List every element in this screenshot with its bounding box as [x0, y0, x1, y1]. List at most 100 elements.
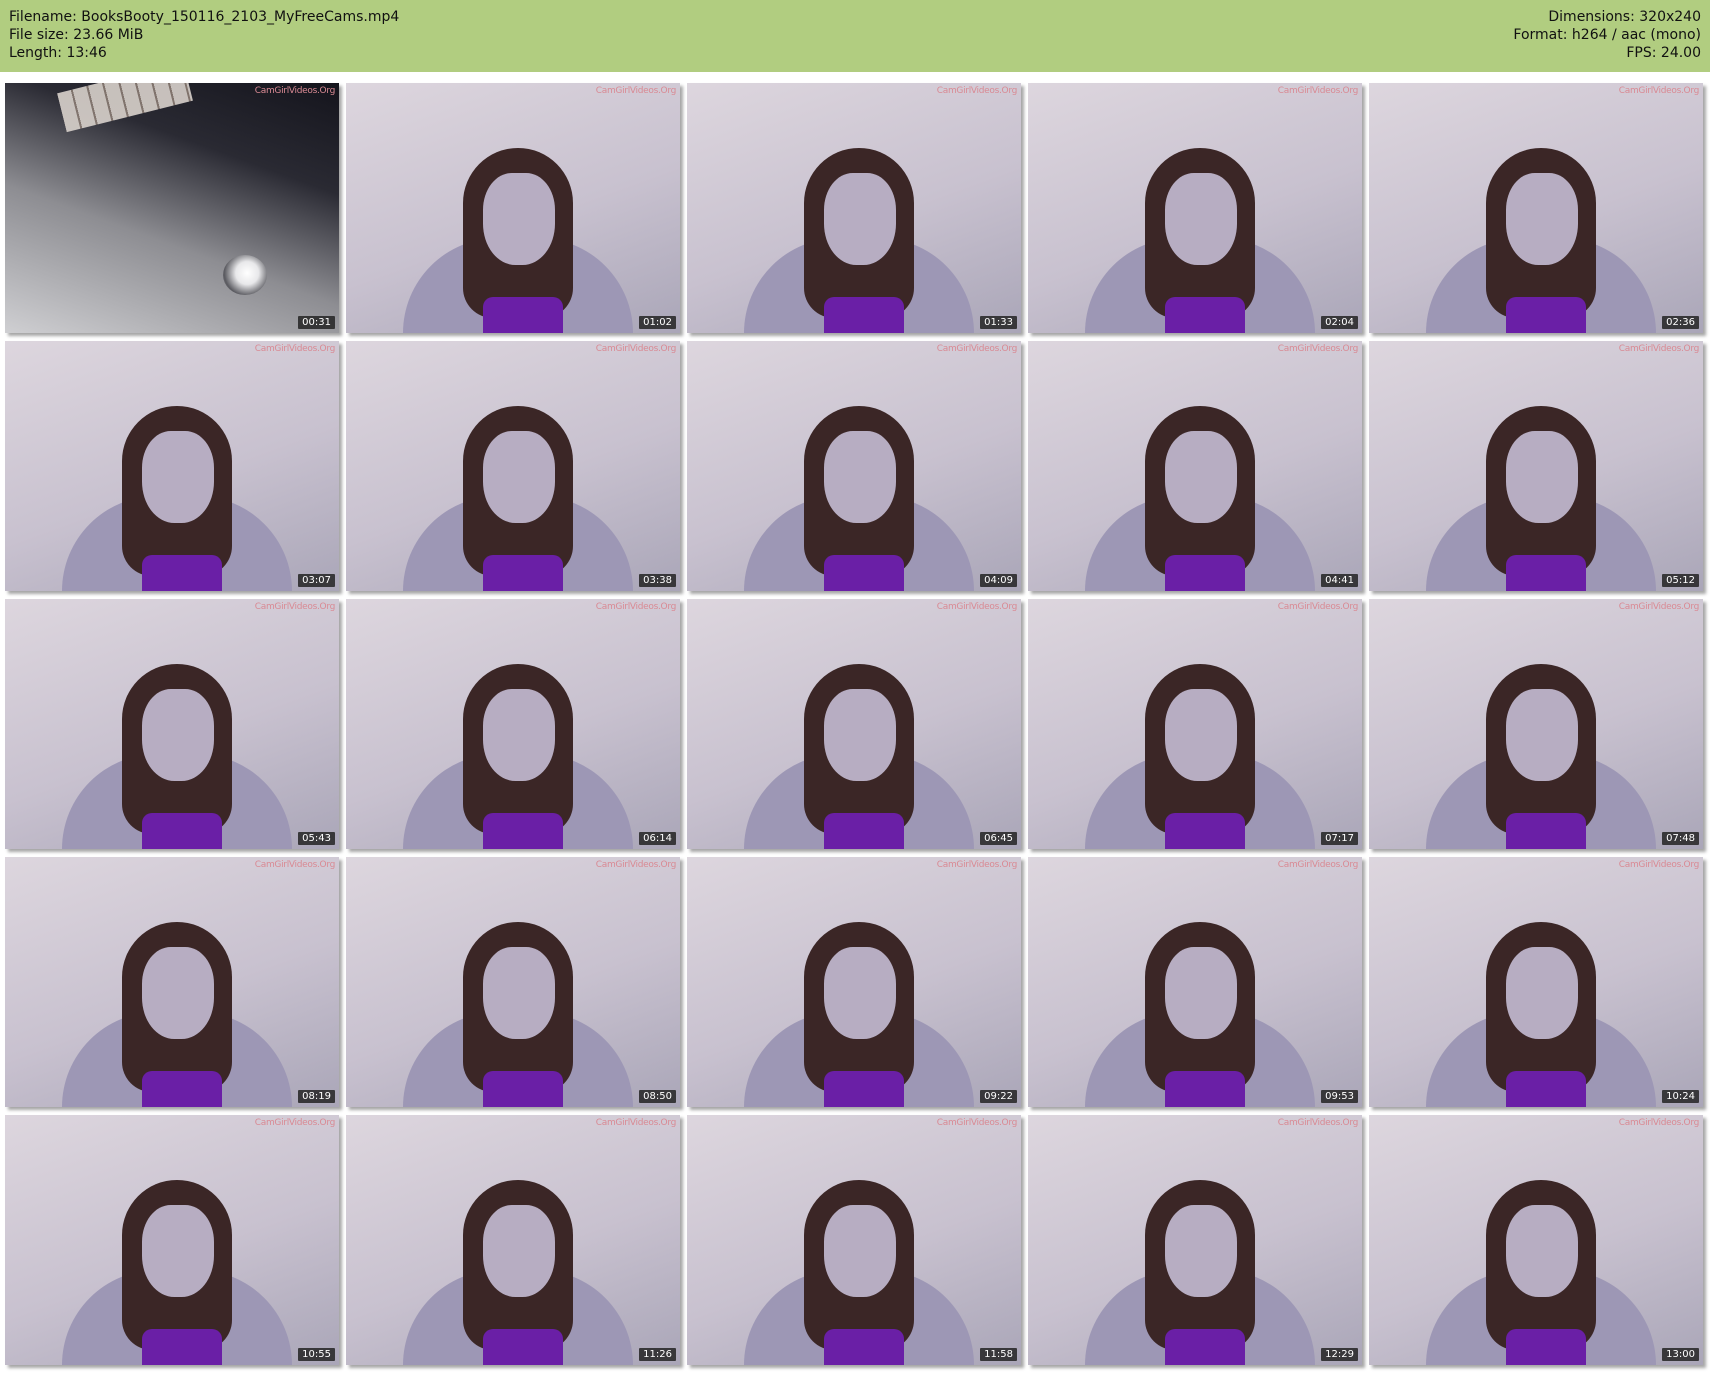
wall-poster-image	[57, 83, 193, 133]
frame-face	[142, 947, 214, 1039]
frame-top	[1506, 813, 1586, 849]
video-thumbnail[interactable]: CamGirlVideos.Org 08:50	[346, 857, 680, 1107]
video-thumbnail[interactable]: CamGirlVideos.Org 06:45	[687, 599, 1021, 849]
video-thumbnail[interactable]: CamGirlVideos.Org 10:55	[5, 1115, 339, 1365]
webcam-frame-image	[724, 376, 984, 591]
timestamp-badge: 01:02	[639, 316, 676, 329]
webcam-frame-image	[383, 892, 643, 1107]
fps-label: FPS: 24.00	[1626, 45, 1701, 61]
webcam-frame-image	[724, 118, 984, 333]
timestamp-badge: 12:29	[1321, 1348, 1358, 1361]
webcam-frame-image	[1065, 1150, 1325, 1365]
video-thumbnail[interactable]: CamGirlVideos.Org 09:53	[1028, 857, 1362, 1107]
frame-top	[1506, 297, 1586, 333]
video-thumbnail[interactable]: CamGirlVideos.Org 01:33	[687, 83, 1021, 333]
timestamp-badge: 02:04	[1321, 316, 1358, 329]
timestamp-badge: 00:31	[298, 316, 335, 329]
video-thumbnail[interactable]: CamGirlVideos.Org 03:07	[5, 341, 339, 591]
video-thumbnail[interactable]: CamGirlVideos.Org 05:12	[1369, 341, 1703, 591]
frame-top	[142, 813, 222, 849]
timestamp-badge: 05:12	[1662, 574, 1699, 587]
video-thumbnail[interactable]: CamGirlVideos.Org 00:31	[5, 83, 339, 333]
video-thumbnail[interactable]: CamGirlVideos.Org 07:17	[1028, 599, 1362, 849]
webcam-frame-image	[1406, 1150, 1666, 1365]
video-thumbnail[interactable]: CamGirlVideos.Org 11:26	[346, 1115, 680, 1365]
frame-face	[1506, 689, 1578, 781]
watermark: CamGirlVideos.Org	[1277, 1118, 1359, 1128]
video-thumbnail[interactable]: CamGirlVideos.Org 12:29	[1028, 1115, 1362, 1365]
frame-top	[824, 813, 904, 849]
timestamp-badge: 06:14	[639, 832, 676, 845]
video-thumbnail[interactable]: CamGirlVideos.Org 13:00	[1369, 1115, 1703, 1365]
watermark: CamGirlVideos.Org	[936, 602, 1018, 612]
video-thumbnail[interactable]: CamGirlVideos.Org 02:36	[1369, 83, 1703, 333]
webcam-frame-image	[1065, 892, 1325, 1107]
frame-face	[824, 431, 896, 523]
info-header: Filename: BooksBooty_150116_2103_MyFreeC…	[0, 0, 1710, 72]
video-thumbnail[interactable]: CamGirlVideos.Org 03:38	[346, 341, 680, 591]
webcam-frame-image	[383, 1150, 643, 1365]
watermark: CamGirlVideos.Org	[595, 1118, 677, 1128]
watermark: CamGirlVideos.Org	[1618, 860, 1700, 870]
frame-top	[1165, 555, 1245, 591]
timestamp-badge: 11:26	[639, 1348, 676, 1361]
webcam-frame-image	[383, 634, 643, 849]
timestamp-badge: 10:24	[1662, 1090, 1699, 1103]
webcam-frame-image	[42, 634, 302, 849]
webcam-frame-image	[1065, 376, 1325, 591]
frame-top	[483, 1329, 563, 1365]
frame-top	[1506, 1329, 1586, 1365]
frame-top	[483, 813, 563, 849]
video-thumbnail[interactable]: CamGirlVideos.Org 10:24	[1369, 857, 1703, 1107]
video-thumbnail[interactable]: CamGirlVideos.Org 06:14	[346, 599, 680, 849]
watermark: CamGirlVideos.Org	[1277, 860, 1359, 870]
webcam-frame-image	[1406, 376, 1666, 591]
video-thumbnail[interactable]: CamGirlVideos.Org 04:41	[1028, 341, 1362, 591]
video-thumbnail[interactable]: CamGirlVideos.Org 11:58	[687, 1115, 1021, 1365]
timestamp-badge: 01:33	[980, 316, 1017, 329]
frame-face	[483, 173, 555, 265]
frame-top	[824, 297, 904, 333]
watermark: CamGirlVideos.Org	[254, 602, 336, 612]
watermark: CamGirlVideos.Org	[595, 602, 677, 612]
frame-top	[483, 297, 563, 333]
watermark: CamGirlVideos.Org	[254, 86, 336, 96]
watermark: CamGirlVideos.Org	[595, 344, 677, 354]
frame-face	[1165, 173, 1237, 265]
watermark: CamGirlVideos.Org	[595, 86, 677, 96]
watermark: CamGirlVideos.Org	[936, 344, 1018, 354]
dimensions-label: Dimensions: 320x240	[1548, 9, 1701, 25]
watermark: CamGirlVideos.Org	[1618, 344, 1700, 354]
frame-face	[142, 431, 214, 523]
frame-top	[1165, 1329, 1245, 1365]
video-thumbnail[interactable]: CamGirlVideos.Org 05:43	[5, 599, 339, 849]
webcam-frame-image	[42, 892, 302, 1107]
watermark: CamGirlVideos.Org	[1618, 602, 1700, 612]
timestamp-badge: 09:22	[980, 1090, 1017, 1103]
frame-face	[1506, 173, 1578, 265]
webcam-frame-image	[724, 1150, 984, 1365]
timestamp-badge: 04:09	[980, 574, 1017, 587]
frame-face	[824, 1205, 896, 1297]
frame-face	[824, 689, 896, 781]
video-thumbnail[interactable]: CamGirlVideos.Org 08:19	[5, 857, 339, 1107]
frame-face	[1165, 1205, 1237, 1297]
video-thumbnail[interactable]: CamGirlVideos.Org 02:04	[1028, 83, 1362, 333]
frame-top	[1165, 813, 1245, 849]
video-thumbnail[interactable]: CamGirlVideos.Org 01:02	[346, 83, 680, 333]
thumbnail-grid: CamGirlVideos.Org 00:31 CamGirlVideos.Org 0…	[5, 83, 1709, 1371]
video-thumbnail[interactable]: CamGirlVideos.Org 04:09	[687, 341, 1021, 591]
watermark: CamGirlVideos.Org	[254, 860, 336, 870]
video-thumbnail[interactable]: CamGirlVideos.Org 09:22	[687, 857, 1021, 1107]
watermark: CamGirlVideos.Org	[254, 344, 336, 354]
webcam-frame-image	[1406, 118, 1666, 333]
timestamp-badge: 13:00	[1662, 1348, 1699, 1361]
timestamp-badge: 07:17	[1321, 832, 1358, 845]
frame-top	[1506, 555, 1586, 591]
frame-top	[142, 1329, 222, 1365]
frame-face	[483, 689, 555, 781]
timestamp-badge: 08:19	[298, 1090, 335, 1103]
webcam-frame-image	[724, 634, 984, 849]
frame-top	[824, 1071, 904, 1107]
video-thumbnail[interactable]: CamGirlVideos.Org 07:48	[1369, 599, 1703, 849]
